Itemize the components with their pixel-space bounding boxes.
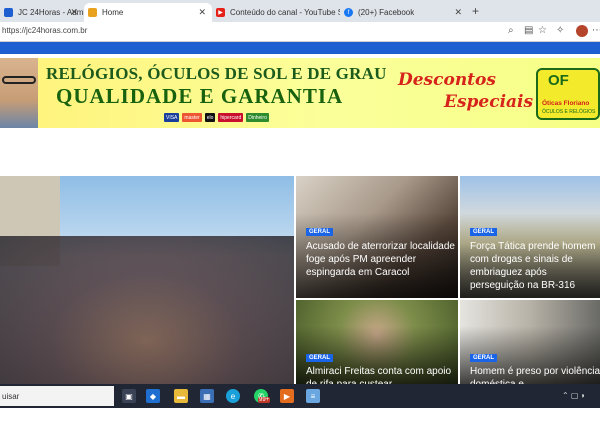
new-tab-button[interactable]: + — [472, 4, 479, 18]
category-badge[interactable]: GERAL — [306, 228, 333, 236]
site-header-strip — [0, 42, 600, 54]
tab-title: Home — [102, 8, 124, 17]
favorite-star-icon[interactable]: ☆ — [538, 25, 547, 36]
promo-text: Especiais — [444, 92, 534, 112]
edge-icon[interactable]: e — [226, 389, 240, 403]
advert-banner[interactable]: RELÓGIOS, ÓCULOS DE SOL E DE GRAU QUALID… — [0, 58, 600, 128]
tab-youtube[interactable]: ▶ Conteúdo do canal - YouTube Stu — [212, 3, 340, 22]
logo-mark: OF — [548, 72, 569, 89]
news-card[interactable]: GERAL Homem é preso por violência domést… — [460, 300, 600, 386]
hipercard-icon: hipercard — [218, 113, 244, 122]
windows-taskbar: uisar ▣ ◆ ▬ ▦ e ✆ 99+ ▶ ≡ ⌃ ▢ ◗ — [0, 384, 600, 408]
banner-headline: RELÓGIOS, ÓCULOS DE SOL E DE GRAU — [46, 64, 387, 83]
more-icon[interactable]: ⋯ — [592, 25, 600, 36]
close-icon[interactable]: ✕ — [198, 7, 206, 18]
close-icon[interactable]: ✕ — [70, 7, 78, 18]
category-badge[interactable]: GERAL — [470, 354, 497, 362]
calendar-icon[interactable]: ▦ — [200, 389, 214, 403]
mastercard-icon: master — [182, 113, 202, 122]
media-icon[interactable]: ▶ — [280, 389, 294, 403]
site-favicon — [88, 8, 97, 17]
avatar[interactable] — [576, 25, 588, 37]
logo-subtitle: ÓCULOS E RELÓGIOS — [542, 109, 596, 115]
tab-title: Conteúdo do canal - YouTube Stu — [230, 8, 340, 17]
news-headline[interactable]: Homem é preso por violência doméstica e — [470, 365, 600, 386]
tab-facebook[interactable]: f (20+) Facebook ✕ — [340, 3, 468, 22]
youtube-icon: ▶ — [216, 8, 225, 17]
tab-home[interactable]: Home ✕ — [84, 3, 212, 22]
zoom-icon[interactable]: ⌕ — [508, 25, 514, 36]
payment-methods: VISA master elo hipercard Dinheiro — [164, 113, 269, 122]
search-placeholder: uisar — [2, 392, 20, 401]
url-field[interactable]: https://jc24horas.com.br — [2, 26, 87, 35]
reader-icon[interactable]: ▤ — [524, 25, 533, 36]
glasses-icon — [2, 76, 36, 84]
news-card[interactable]: GERAL Força Tática prende homem com drog… — [460, 176, 600, 298]
tab-title: (20+) Facebook — [358, 8, 415, 17]
news-card[interactable]: GERAL Almiraci Freitas conta com apoio d… — [296, 300, 458, 386]
category-badge[interactable]: GERAL — [470, 228, 497, 236]
group-of-students — [0, 236, 294, 386]
elo-icon: elo — [204, 113, 216, 122]
logo-name: Óticas Floriano — [542, 100, 590, 107]
facebook-icon: f — [344, 8, 353, 17]
category-badge[interactable]: GERAL — [306, 354, 333, 362]
notes-icon[interactable]: ≡ — [306, 389, 320, 403]
task-view-icon[interactable]: ▣ — [122, 389, 136, 403]
tab-admin[interactable]: JC 24Horas - Administra ✕ — [0, 3, 84, 22]
widgets-icon[interactable]: ◆ — [146, 389, 160, 403]
news-headline[interactable]: Almiraci Freitas conta com apoio de rifa… — [306, 365, 456, 386]
browser-tab-strip: JC 24Horas - Administra ✕ Home ✕ ▶ Conte… — [0, 0, 600, 22]
site-favicon — [4, 8, 13, 17]
featured-news-card[interactable] — [0, 176, 294, 386]
notification-count: 99+ — [258, 397, 271, 403]
model-photo — [0, 58, 38, 128]
store-logo: OF Óticas Floriano ÓCULOS E RELÓGIOS — [536, 68, 600, 120]
banner-subheadline: QUALIDADE E GARANTIA — [56, 84, 344, 108]
address-bar: https://jc24horas.com.br ⌕ ▤ ☆ ✧ ⋯ — [0, 22, 600, 42]
close-icon[interactable]: ✕ — [454, 7, 462, 18]
cash-icon: Dinheiro — [246, 113, 269, 122]
news-card[interactable]: GERAL Acusado de aterrorizar localidade … — [296, 176, 458, 298]
news-headline[interactable]: Acusado de aterrorizar localidade foge a… — [306, 240, 456, 279]
promo-text: Descontos — [398, 70, 496, 90]
file-explorer-icon[interactable]: ▬ — [174, 389, 188, 403]
news-headline[interactable]: Força Tática prende homem com drogas e s… — [470, 240, 600, 292]
visa-icon: VISA — [164, 113, 180, 122]
extensions-icon[interactable]: ✧ — [556, 25, 564, 36]
tray-chevron-icon[interactable]: ⌃ ▢ ◗ — [562, 391, 586, 400]
taskbar-search-box[interactable]: uisar — [0, 386, 114, 406]
